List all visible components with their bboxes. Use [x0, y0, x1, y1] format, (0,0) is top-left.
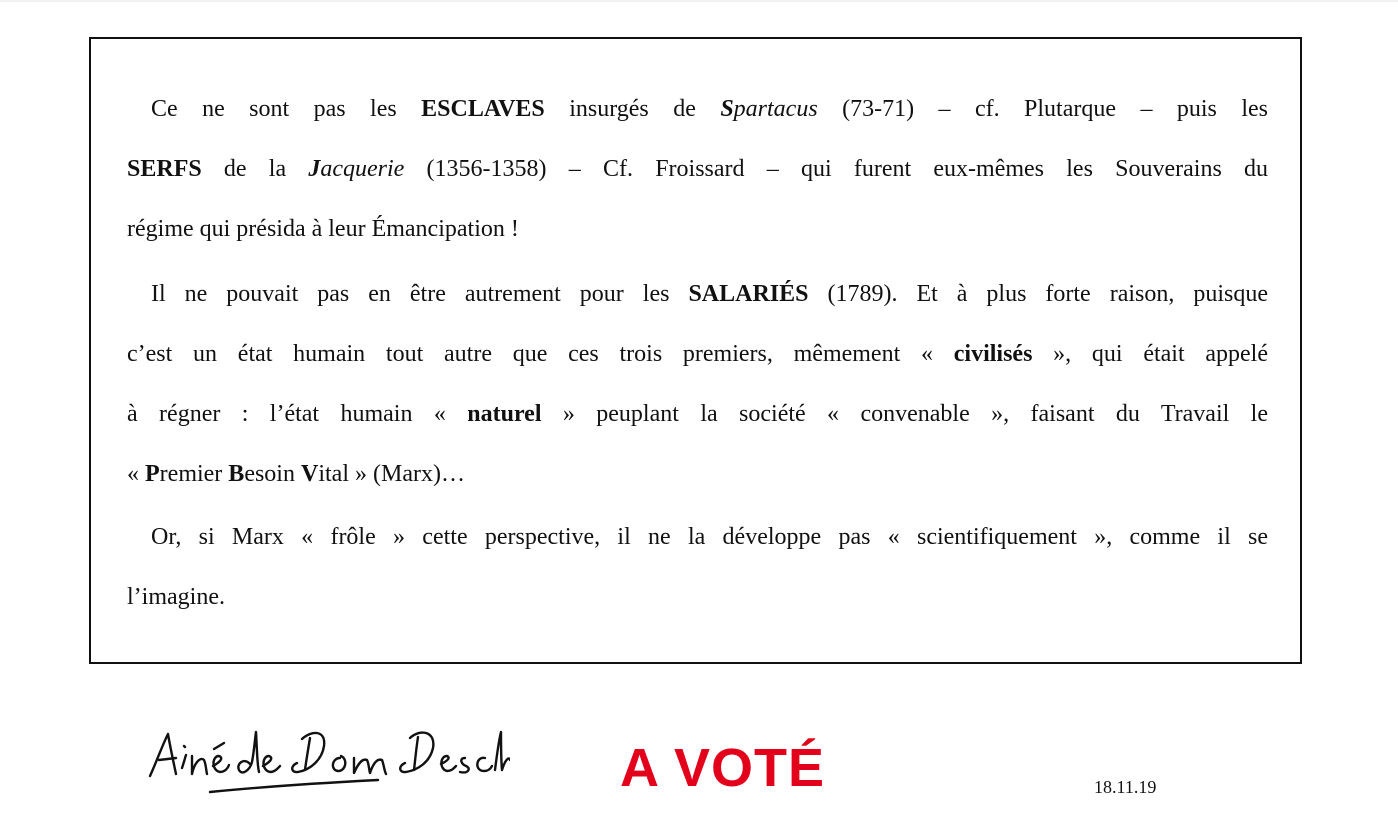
text-run: régime qui présida à leur Émancipation !	[127, 216, 519, 242]
bold-term-esclaves: ESCLAVES	[421, 96, 545, 122]
text-run: », qui était appelé	[1032, 341, 1268, 367]
text-run: Or, si Marx « frôle » cette perspective,…	[151, 524, 1268, 550]
paragraph-2-line-4: « Premier Besoin Vital » (Marx)…	[127, 454, 1268, 494]
text-run: «	[127, 461, 145, 487]
bold-initial-v: V	[300, 461, 319, 487]
text-run: (1789). Et à plus forte raison, puisque	[808, 281, 1269, 307]
text-run: insurgés de	[544, 96, 721, 122]
paragraph-1-line-2: SERFS de la Jacquerie (1356-1358) – Cf. …	[127, 149, 1268, 189]
signature-drawing	[148, 730, 512, 794]
text-run: remier	[159, 461, 229, 487]
italic-initial-j: J	[308, 156, 321, 182]
text-run: à régner : l’état humain «	[127, 401, 468, 427]
text-run: esoin	[244, 461, 301, 487]
text-run: (1356-1358) – Cf. Froissard – qui furent…	[404, 156, 1269, 182]
handwritten-signature	[140, 708, 512, 800]
paragraph-1-line-1: Ce ne sont pas les ESCLAVES insurgés de …	[151, 89, 1268, 129]
text-run: ital » (Marx)…	[318, 461, 465, 487]
italic-term-jacquerie: acquerie	[320, 156, 405, 182]
text-run: » peuplant la société « convenable », fa…	[541, 401, 1268, 427]
framed-text-block: Ce ne sont pas les ESCLAVES insurgés de …	[89, 37, 1302, 664]
bold-initial: S	[720, 96, 733, 122]
bold-term-civilises: civilisés	[953, 341, 1033, 367]
document-date: 18.11.19	[1094, 777, 1157, 797]
bold-initial: J	[308, 156, 320, 182]
page-top-divider	[0, 0, 1398, 2]
bold-term-salaries: SALARIÉS	[688, 281, 809, 307]
text-run: l’imagine.	[127, 584, 225, 610]
italic-term-spartacus: partacus	[733, 96, 818, 122]
bold-initial-b: B	[228, 461, 245, 487]
text-run: Il ne pouvait pas en être autrement pour…	[151, 281, 689, 307]
vote-stamp: A VOTÉ	[620, 738, 826, 798]
paragraph-1-line-3: régime qui présida à leur Émancipation !	[127, 209, 1268, 249]
text-run: (73-71) – cf. Plutarque – puis les	[817, 96, 1268, 122]
paragraph-3-line-1: Or, si Marx « frôle » cette perspective,…	[151, 517, 1268, 557]
italic-initial-s: S	[720, 96, 734, 122]
bold-term-serfs: SERFS	[127, 156, 202, 182]
text-run: de la	[201, 156, 309, 182]
text-run: c’est un état humain tout autre que ces …	[127, 341, 954, 367]
text-run: Ce ne sont pas les	[151, 96, 422, 122]
paragraph-2-line-2: c’est un état humain tout autre que ces …	[127, 334, 1268, 374]
paragraph-2-line-3: à régner : l’état humain « naturel » peu…	[127, 394, 1268, 434]
paragraph-2-line-1: Il ne pouvait pas en être autrement pour…	[151, 274, 1268, 314]
bold-initial-p: P	[145, 461, 160, 487]
bold-term-naturel: naturel	[467, 401, 542, 427]
paragraph-3-line-2: l’imagine.	[127, 577, 1268, 617]
